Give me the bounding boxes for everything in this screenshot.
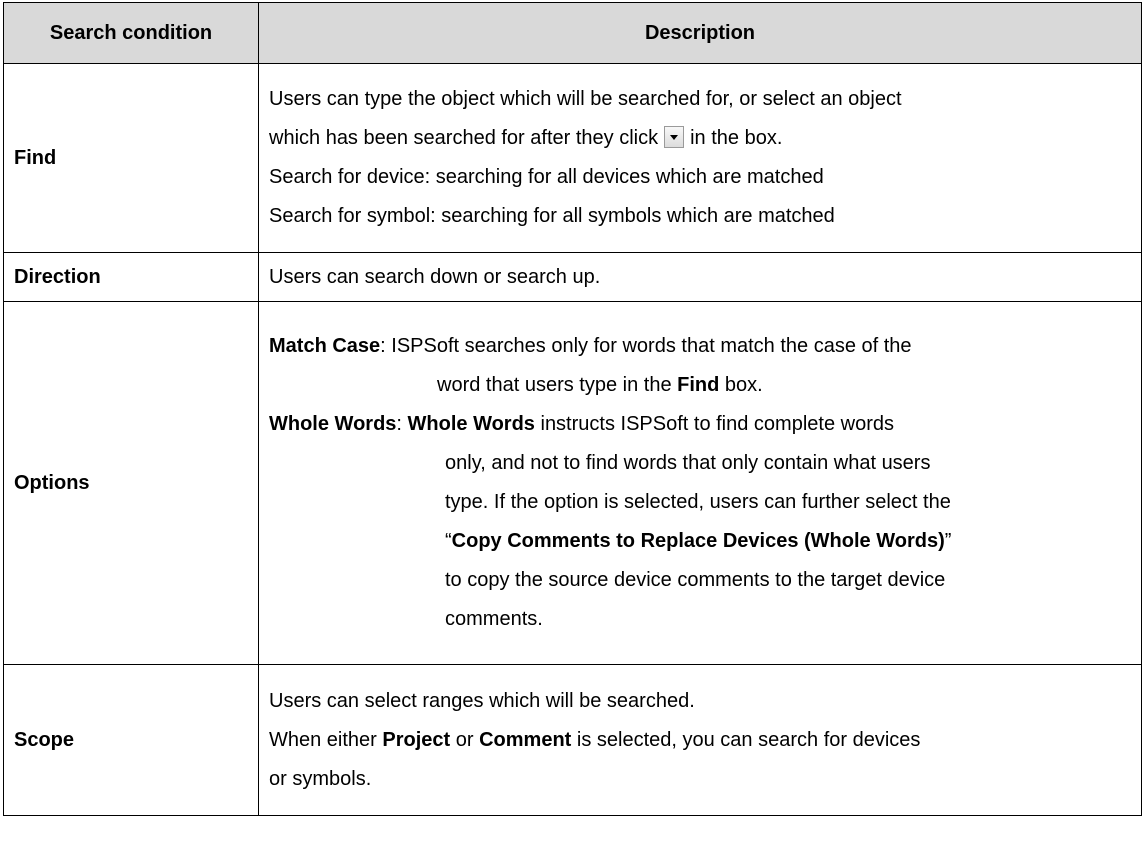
scope-text-2a: When either (269, 728, 383, 751)
find-line-1: Users can type the object which will be … (269, 88, 902, 110)
scope-line-3: or symbols. (269, 767, 372, 790)
match-case-text-1: : ISPSoft searches only for words that m… (380, 335, 912, 357)
whole-words-line-3: type. If the option is selected, users c… (445, 491, 951, 513)
description-options: Match Case: ISPSoft searches only for wo… (258, 301, 1142, 665)
table-row-options: Options Match Case: ISPSoft searches onl… (3, 301, 1142, 665)
whole-words-line-4: “Copy Comments to Replace Devices (Whole… (269, 522, 1131, 561)
table-row-scope: Scope Users can select ranges which will… (3, 664, 1142, 816)
description-find: Users can type the object which will be … (258, 63, 1142, 253)
whole-words-bold: Whole Words (407, 413, 535, 435)
condition-direction: Direction (3, 252, 259, 302)
table-header-row: Search condition Description (3, 2, 1142, 64)
header-search-condition: Search condition (3, 2, 259, 64)
whole-words-line-1: Whole Words: Whole Words instructs ISPSo… (269, 405, 1131, 444)
quote-close: ” (944, 530, 952, 552)
search-conditions-table: Search condition Description Find Users … (3, 2, 1142, 816)
scope-comment-bold: Comment (479, 728, 572, 751)
table-row-direction: Direction Users can search down or searc… (3, 252, 1142, 302)
find-line-2: which has been searched for after they c… (269, 119, 1131, 158)
header-description: Description (258, 2, 1142, 64)
whole-words-text-1: instructs ISPSoft to find complete words (534, 413, 894, 435)
description-scope: Users can select ranges which will be se… (258, 664, 1142, 816)
condition-options: Options (3, 301, 259, 665)
scope-text-2b: or (450, 728, 480, 751)
scope-line-1: Users can select ranges which will be se… (269, 689, 695, 712)
dropdown-arrow-icon (664, 125, 685, 148)
find-line-2b: in the box. (690, 127, 783, 149)
match-case-find-bold: Find (677, 374, 720, 396)
match-case-text-2a: word that users type in the (437, 374, 678, 396)
condition-find: Find (3, 63, 259, 253)
whole-words-sep: : (396, 413, 408, 435)
scope-line-2: When either Project or Comment is select… (269, 721, 1131, 760)
match-case-line-1: Match Case: ISPSoft searches only for wo… (269, 327, 1131, 366)
match-case-label: Match Case (269, 335, 381, 357)
find-line-3: Search for device: searching for all dev… (269, 166, 824, 188)
quote-open: “ (445, 530, 452, 552)
table-row-find: Find Users can type the object which wil… (3, 63, 1142, 253)
description-direction: Users can search down or search up. (258, 252, 1142, 302)
scope-project-bold: Project (382, 728, 451, 751)
find-line-4: Search for symbol: searching for all sym… (269, 205, 835, 227)
whole-words-line-6: comments. (445, 608, 543, 630)
match-case-line-2: word that users type in the Find box. (269, 366, 1131, 405)
condition-scope: Scope (3, 664, 259, 816)
match-case-text-2b: box. (719, 374, 763, 396)
copy-comments-option: Copy Comments to Replace Devices (Whole … (451, 530, 945, 552)
whole-words-line-2: only, and not to find words that only co… (445, 452, 931, 474)
scope-text-2c: is selected, you can search for devices (571, 728, 921, 751)
whole-words-line-5: to copy the source device comments to th… (445, 569, 946, 591)
whole-words-label: Whole Words (269, 413, 397, 435)
find-line-2a: which has been searched for after they c… (269, 127, 659, 149)
